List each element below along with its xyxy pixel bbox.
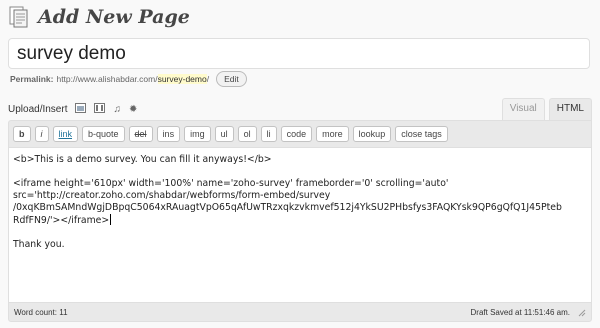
editor-status-bar: Word count: 11 Draft Saved at 11:51:46 a… (9, 304, 591, 321)
page-title: Add New Page (38, 6, 190, 28)
content-line-with-caret: RdfFN9/'></iframe> (13, 214, 587, 227)
permalink-label: Permalink: (10, 74, 54, 84)
add-video-icon[interactable] (94, 102, 106, 116)
pages-icon (8, 6, 30, 28)
qt-ins-button[interactable]: ins (156, 126, 181, 142)
qt-lookup-button[interactable]: lookup (352, 126, 392, 142)
permalink-slug[interactable]: survey-demo (157, 74, 207, 84)
resize-handle-icon[interactable] (578, 309, 586, 317)
qt-blockquote-button[interactable]: b-quote (82, 126, 125, 142)
editor-mode-tabs: Visual HTML (498, 98, 592, 120)
permalink-trailing-slash: / (206, 74, 210, 84)
permalink-base-url: http://www.alishabdar.com/ (56, 74, 158, 84)
title-input[interactable]: survey demo (8, 38, 590, 69)
qt-ol-button[interactable]: ol (237, 126, 257, 142)
qt-del-button[interactable]: del (128, 126, 153, 142)
draft-saved-status: Draft Saved at 11:51:46 am. (470, 308, 570, 317)
qt-code-button[interactable]: code (280, 126, 313, 142)
content-line: Thank you. (13, 239, 65, 250)
content-textarea[interactable]: <b>This is a demo survey. You can fill i… (9, 147, 591, 303)
qt-img-button[interactable]: img (184, 126, 211, 142)
content-line: src='http://creator.zoho.com/shabdar/web… (13, 190, 331, 201)
tab-html[interactable]: HTML (548, 98, 592, 120)
html-editor: b i link b-quote del ins img ul ol li co… (8, 120, 592, 322)
tab-visual[interactable]: Visual (501, 98, 545, 120)
status-right: Draft Saved at 11:51:46 am. (471, 308, 586, 317)
permalink-row: Permalink: http://www.alishabdar.com/ su… (10, 70, 247, 88)
qt-close-tags-button[interactable]: close tags (395, 126, 448, 142)
qt-link-button[interactable]: link (52, 126, 79, 142)
page-header: Add New Page (8, 4, 190, 30)
content-line: <b>This is a demo survey. You can fill i… (13, 154, 272, 165)
content-blank-line (13, 227, 587, 239)
content-line: /0xqKBmSAMndWgjDBpqC5064xRAuagtVpO65qAfU… (13, 202, 562, 213)
qt-li-button[interactable]: li (260, 126, 277, 142)
content-blank-line (13, 166, 587, 178)
qt-bold-button[interactable]: b (13, 126, 31, 142)
word-count: Word count: 11 (14, 308, 68, 317)
qt-more-button[interactable]: more (316, 126, 349, 142)
permalink-edit-button[interactable]: Edit (216, 71, 247, 87)
content-line: RdfFN9/'></iframe> (13, 215, 110, 226)
add-image-icon[interactable] (75, 102, 87, 116)
add-media-icon[interactable]: ✹ (129, 104, 137, 115)
content-line: <iframe height='610px' width='100%' name… (13, 178, 449, 189)
qt-ul-button[interactable]: ul (214, 126, 234, 142)
upload-insert-label: Upload/Insert (8, 103, 68, 115)
quicktags-toolbar: b i link b-quote del ins img ul ol li co… (9, 121, 591, 147)
text-caret (110, 214, 112, 225)
upload-insert-row: Upload/Insert ♫ ✹ (8, 101, 137, 117)
add-audio-icon[interactable]: ♫ (113, 104, 121, 115)
qt-italic-button[interactable]: i (34, 126, 49, 142)
